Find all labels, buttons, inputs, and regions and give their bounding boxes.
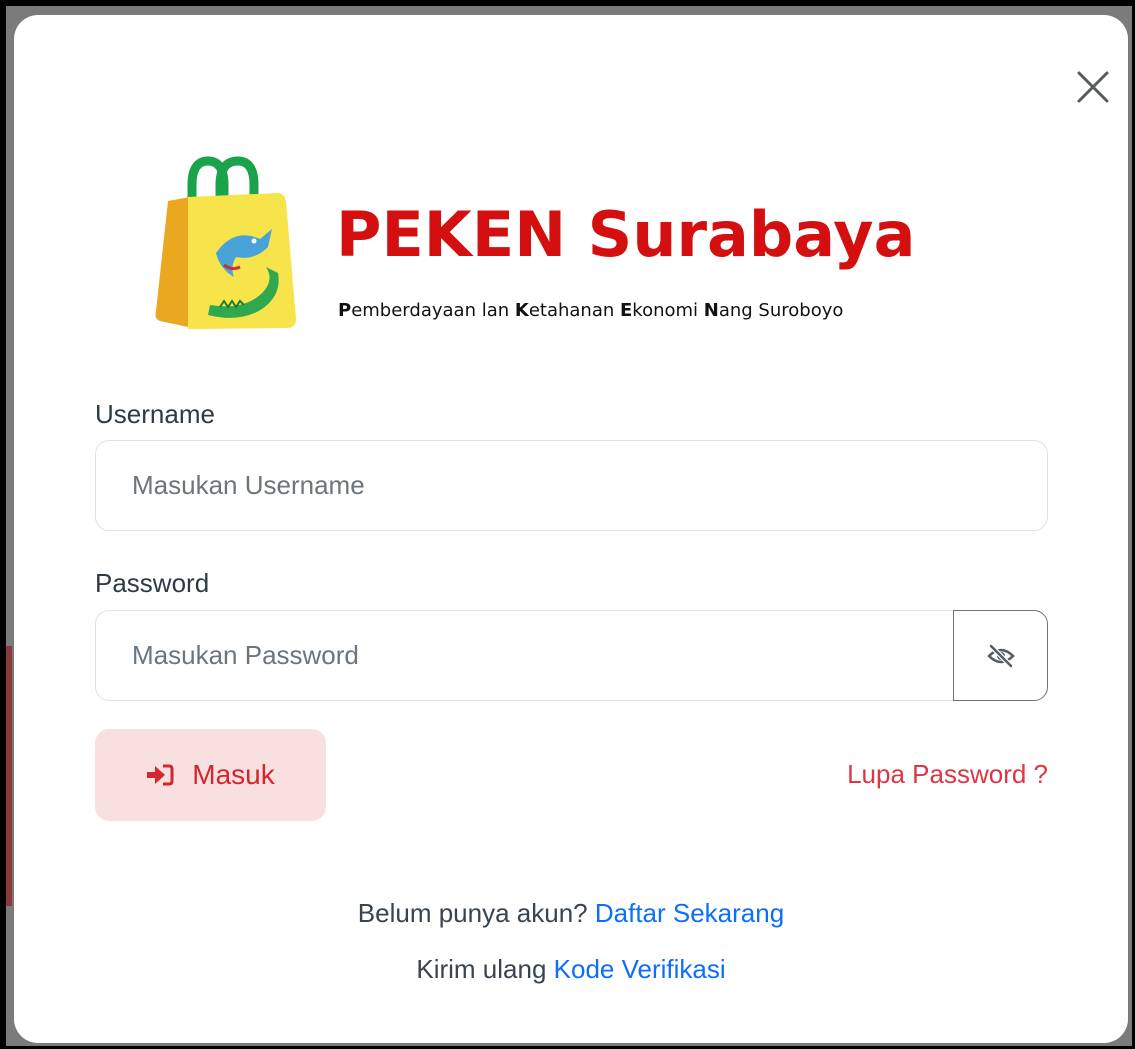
- close-icon: [1077, 71, 1109, 103]
- login-modal: PEKEN Surabaya Pemberdayaan lan Ketahana…: [14, 15, 1128, 1043]
- resend-verification-link[interactable]: Kode Verifikasi: [554, 954, 726, 984]
- login-button[interactable]: Masuk: [95, 729, 326, 821]
- toggle-password-visibility-button[interactable]: [953, 610, 1048, 701]
- resend-prompt: Kirim ulang: [416, 954, 547, 984]
- register-prompt: Belum punya akun?: [357, 898, 588, 928]
- register-line: Belum punya akun? Daftar Sekarang: [14, 897, 1128, 929]
- forgot-password-link[interactable]: Lupa Password ?: [847, 759, 1048, 790]
- background-page-fragment: [6, 646, 12, 906]
- shopping-bag-logo-icon: [155, 156, 296, 329]
- brand-tagline: Pemberdayaan lan Ketahanan Ekonomi Nang …: [338, 300, 844, 321]
- password-input[interactable]: [95, 610, 955, 701]
- close-button[interactable]: [1073, 67, 1113, 107]
- resend-line: Kirim ulang Kode Verifikasi: [14, 953, 1128, 985]
- register-link[interactable]: Daftar Sekarang: [595, 898, 784, 928]
- sign-in-icon: [147, 764, 174, 786]
- login-button-label: Masuk: [192, 759, 275, 790]
- eye-slash-icon: [986, 643, 1015, 668]
- username-label: Username: [95, 399, 215, 429]
- brand-logo: PEKEN Surabaya Pemberdayaan lan Ketahana…: [154, 155, 1014, 345]
- password-group: [95, 610, 1048, 701]
- username-input[interactable]: [95, 440, 1048, 531]
- brand-title: PEKEN Surabaya: [336, 198, 916, 271]
- password-label: Password: [95, 568, 210, 598]
